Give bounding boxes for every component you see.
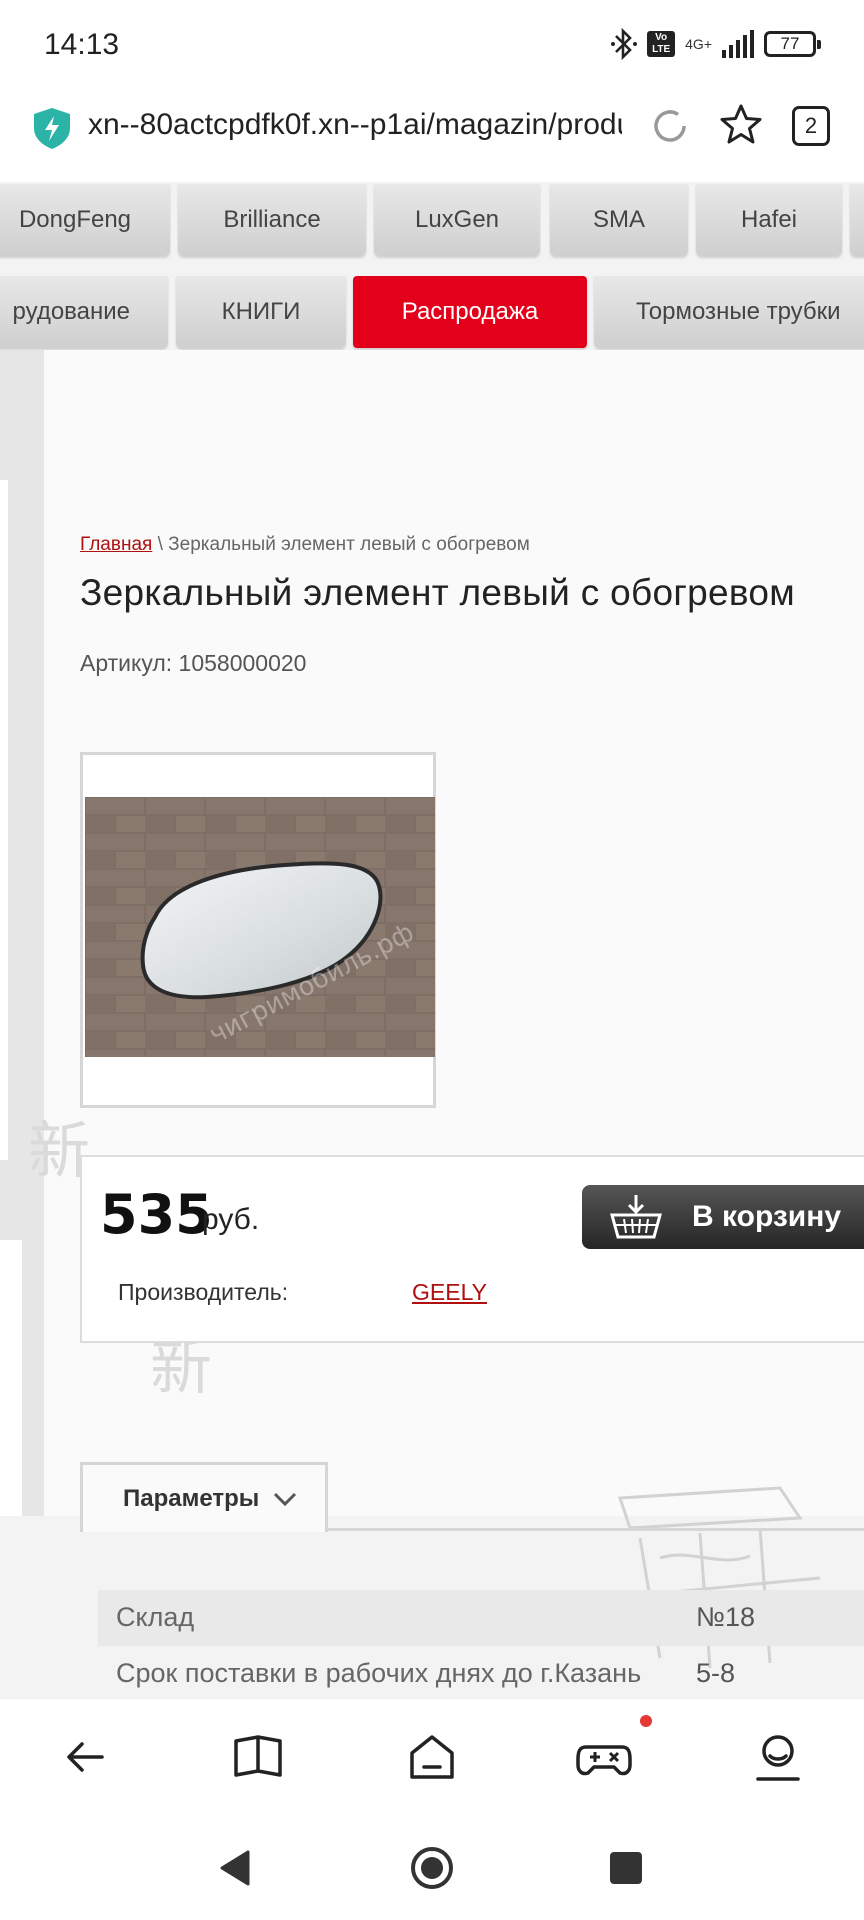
menu-item-brake-pipes[interactable]: Тормозные трубки: [594, 276, 864, 348]
spec-row: Срок поставки в рабочих днях до г.Казань…: [98, 1646, 864, 1702]
product-photo[interactable]: чигримобиль.рф: [85, 797, 435, 1057]
bookmark-star-icon[interactable]: [718, 102, 764, 148]
price-value: 535: [100, 1183, 213, 1246]
url-field[interactable]: xn--80actcpdfk0f.xn--p1ai/magazin/produc…: [88, 108, 622, 148]
gamepad-icon[interactable]: [576, 1729, 632, 1785]
brand-menu: DongFeng Brilliance LuxGen SMA Hafei: [0, 182, 864, 258]
tab-parameters-label: Параметры: [123, 1484, 260, 1512]
add-to-cart-button[interactable]: В корзину: [582, 1185, 864, 1249]
secure-shield-icon[interactable]: [32, 106, 72, 150]
menu-item-sale[interactable]: Распродажа: [353, 276, 587, 348]
reload-icon[interactable]: [648, 104, 692, 148]
volte-icon: Vo LTE: [647, 31, 676, 57]
system-nav-bar: [0, 1818, 864, 1920]
product-image-frame[interactable]: чигримобиль.рф: [80, 752, 436, 1108]
chevron-down-icon: [274, 1492, 297, 1506]
price-box: 535 руб. В корзину Производитель: GEELY: [80, 1155, 864, 1343]
menu-item-brilliance[interactable]: Brilliance: [178, 184, 366, 256]
browser-bottom-nav: [0, 1698, 864, 1818]
add-to-cart-label: В корзину: [692, 1200, 842, 1233]
home-circle-icon[interactable]: [404, 1840, 460, 1896]
notification-dot: [640, 1715, 652, 1727]
status-icons: Vo LTE 4G+ 77: [611, 26, 821, 62]
book-icon[interactable]: [230, 1729, 286, 1785]
menu-item-hafei[interactable]: Hafei: [696, 184, 842, 256]
sidebar-panel: [0, 480, 8, 1160]
menu-item-more[interactable]: [850, 184, 864, 256]
manufacturer-label: Производитель:: [118, 1279, 289, 1305]
manufacturer-link[interactable]: GEELY: [412, 1279, 487, 1306]
spec-row: Склад №18: [98, 1590, 864, 1646]
home-icon[interactable]: [404, 1729, 460, 1785]
product-sku: Артикул: 1058000020: [80, 650, 307, 676]
bluetooth-icon: [611, 27, 638, 61]
tab-count-button[interactable]: 2: [792, 106, 830, 146]
browser-url-bar: xn--80actcpdfk0f.xn--p1ai/magazin/produc…: [0, 92, 864, 182]
profile-icon[interactable]: [750, 1729, 806, 1785]
menu-item-dongfeng[interactable]: DongFeng: [0, 184, 170, 256]
menu-item-books[interactable]: КНИГИ: [176, 276, 346, 348]
breadcrumb-separator: \: [157, 534, 163, 555]
menu-item-sma[interactable]: SMA: [550, 184, 688, 256]
menu-item-luxgen[interactable]: LuxGen: [374, 184, 540, 256]
price-currency: руб.: [202, 1203, 260, 1236]
product-title: Зеркальный элемент левый с обогревом: [80, 572, 796, 613]
breadcrumb-home-link[interactable]: Главная: [80, 534, 152, 555]
category-menu: рудование КНИГИ Распродажа Тормозные тру…: [0, 274, 864, 350]
network-type: 4G+: [685, 36, 712, 52]
sidebar-panel-lower: [0, 1240, 22, 1516]
signal-icon: [722, 30, 754, 58]
tab-parameters[interactable]: Параметры: [80, 1462, 328, 1532]
back-arrow-icon[interactable]: [58, 1729, 114, 1785]
spec-key: Склад: [116, 1602, 195, 1632]
left-sidebar: [0, 350, 44, 1516]
breadcrumb: Главная \ Зеркальный элемент левый с обо…: [80, 534, 530, 556]
spec-key: Срок поставки в рабочих днях до г.Казань: [116, 1658, 642, 1688]
breadcrumb-current: Зеркальный элемент левый с обогревом: [168, 534, 530, 555]
menu-item-equipment[interactable]: рудование: [0, 276, 168, 348]
spec-value: 5-8: [696, 1658, 736, 1688]
back-triangle-icon[interactable]: [208, 1840, 264, 1896]
status-time: 14:13: [44, 28, 120, 61]
recents-square-icon[interactable]: [598, 1840, 654, 1896]
battery-icon: 77: [764, 31, 821, 57]
status-bar: 14:13 Vo LTE 4G+ 77: [0, 0, 864, 92]
spec-value: №18: [696, 1602, 755, 1632]
basket-icon: [610, 1195, 662, 1239]
